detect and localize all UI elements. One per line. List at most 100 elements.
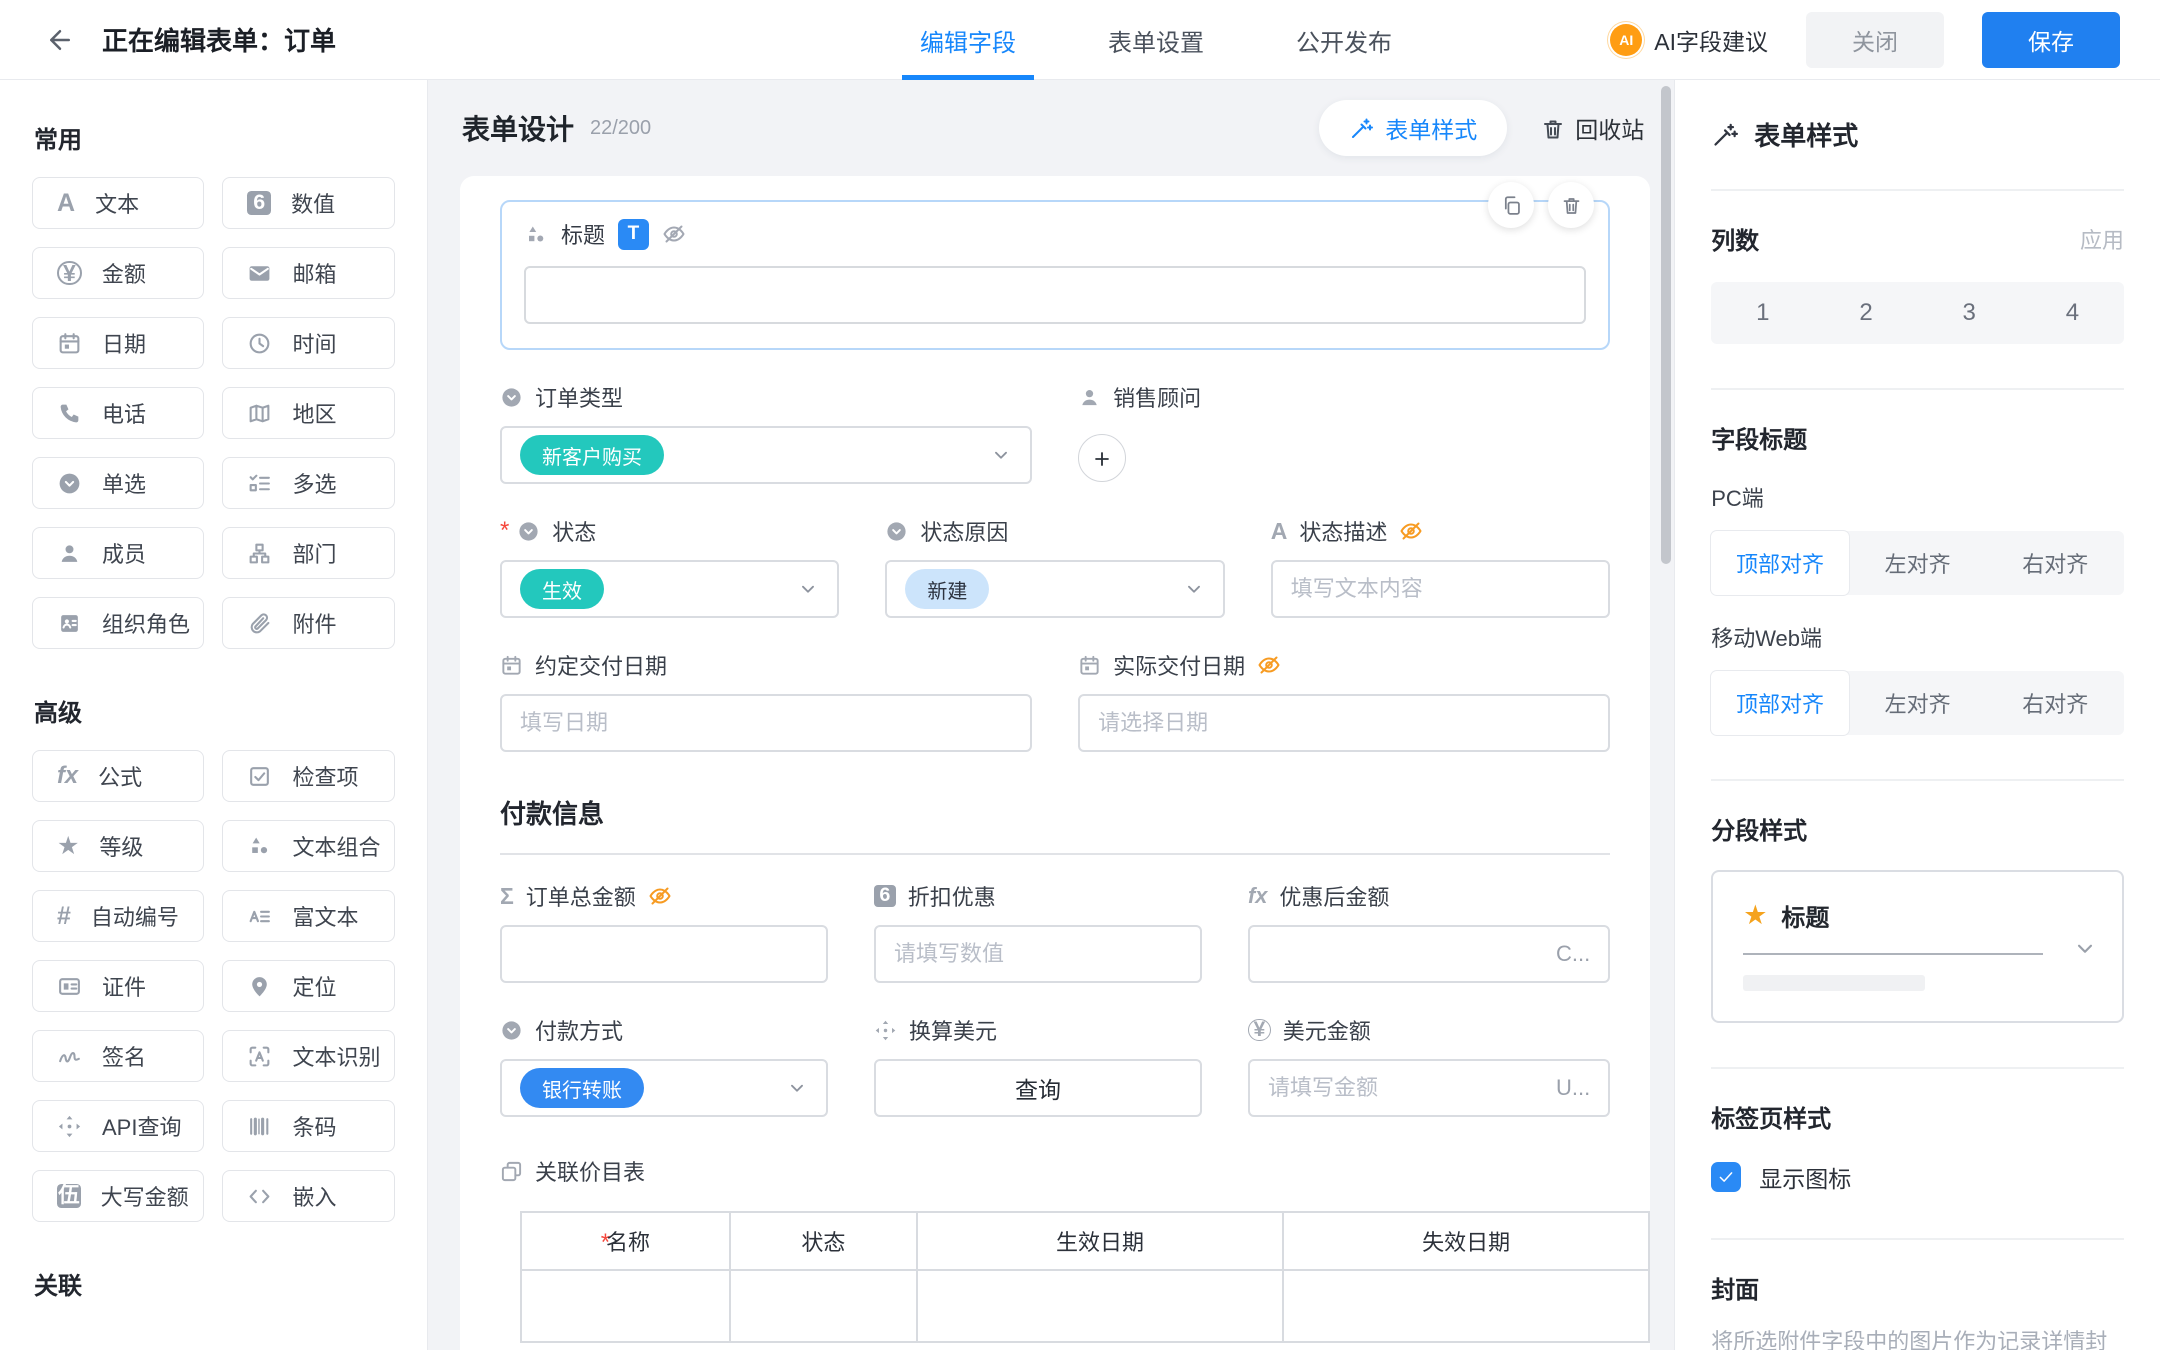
show-icon-checkbox-row[interactable]: 显示图标 xyxy=(1711,1160,2124,1194)
field-order-total[interactable]: Σ 订单总金额 xyxy=(499,881,828,983)
field-discount[interactable]: 6 折扣优惠 xyxy=(873,881,1202,983)
field-type-item[interactable]: ★ 等级 xyxy=(32,820,205,872)
field-status[interactable]: * 状态 生效 xyxy=(499,516,840,618)
align-right-option[interactable]: 右对齐 xyxy=(1986,671,2124,735)
field-link-price-table[interactable]: 关联价目表 xyxy=(500,1155,1610,1187)
align-top-option[interactable]: 顶部对齐 xyxy=(1711,531,1849,595)
field-sales-advisor[interactable]: 销售顾问 xyxy=(1078,382,1610,484)
field-type-item[interactable]: 多选 xyxy=(222,457,395,509)
canvas-vertical-scrollbar[interactable] xyxy=(1661,86,1672,564)
formula-input[interactable] xyxy=(1267,941,1556,967)
field-order-type[interactable]: 订单类型 新客户购买 xyxy=(499,382,1033,484)
date-input[interactable] xyxy=(519,710,1013,736)
field-usd-convert[interactable]: 换算美元 查询 xyxy=(873,1015,1202,1117)
field-type-item[interactable]: 日期 xyxy=(32,317,205,369)
amount-input[interactable] xyxy=(1267,1075,1556,1101)
field-label: 状态描述 xyxy=(1299,520,1388,545)
field-type-item[interactable]: 证件 xyxy=(32,960,205,1012)
eye-off-icon[interactable] xyxy=(648,884,672,908)
delete-field-button[interactable] xyxy=(1548,182,1595,228)
field-type-item[interactable]: 文本组合 xyxy=(222,820,395,872)
field-type-item[interactable]: API查询 xyxy=(32,1100,205,1152)
field-type-item[interactable]: 6 数值 xyxy=(222,177,395,229)
after-discount-input[interactable]: C... xyxy=(1247,925,1611,983)
field-type-item[interactable]: 组织角色 xyxy=(32,597,205,649)
selected-field-title[interactable]: 标题 T xyxy=(499,182,1611,350)
back-icon[interactable] xyxy=(40,20,80,60)
copy-field-button[interactable] xyxy=(1488,182,1535,228)
field-type-item[interactable]: 时间 xyxy=(222,317,395,369)
field-status-reason[interactable]: 状态原因 新建 xyxy=(885,516,1225,618)
field-type-item[interactable]: 检查项 xyxy=(222,750,395,802)
field-type-item[interactable]: 电话 xyxy=(32,387,205,439)
field-agreed-delivery-date[interactable]: 约定交付日期 xyxy=(499,650,1033,752)
eye-off-icon[interactable] xyxy=(662,222,686,246)
column-option-3[interactable]: 3 xyxy=(1918,282,2021,344)
discount-input[interactable] xyxy=(873,925,1202,983)
column-option-2[interactable]: 2 xyxy=(1814,282,1917,344)
amount-input[interactable] xyxy=(519,941,808,967)
form-style-button[interactable]: 表单样式 xyxy=(1319,100,1508,156)
field-type-item[interactable]: 文本识别 xyxy=(222,1030,395,1082)
eye-off-icon[interactable] xyxy=(1399,519,1423,543)
agreed-date-input[interactable] xyxy=(499,694,1033,752)
column-option-1[interactable]: 1 xyxy=(1711,282,1814,344)
field-type-item[interactable]: 嵌入 xyxy=(222,1170,395,1222)
field-type-item[interactable]: 条码 xyxy=(222,1100,395,1152)
order-total-input[interactable] xyxy=(499,925,828,983)
eye-off-icon[interactable] xyxy=(1257,653,1281,677)
field-after-discount[interactable]: fx 优惠后金额 C... xyxy=(1247,881,1611,983)
field-type-item[interactable]: 单选 xyxy=(32,457,205,509)
text-input[interactable] xyxy=(1290,576,1591,602)
field-type-item[interactable]: 附件 xyxy=(222,597,395,649)
field-type-item[interactable]: 成员 xyxy=(32,527,205,579)
date-input[interactable] xyxy=(1098,710,1591,736)
field-type-item[interactable]: 部门 xyxy=(222,527,395,579)
field-label-row: ¥ 美元金额 xyxy=(1247,1015,1610,1045)
align-top-option[interactable]: 顶部对齐 xyxy=(1711,671,1849,735)
apply-link[interactable]: 应用 xyxy=(2080,223,2124,255)
status-desc-input[interactable] xyxy=(1270,560,1611,618)
recycle-bin-button[interactable]: 回收站 xyxy=(1541,111,1644,145)
order-type-select[interactable]: 新客户购买 xyxy=(499,426,1033,484)
field-type-item[interactable]: # 自动编号 xyxy=(32,890,205,942)
field-type-item[interactable]: 邮箱 xyxy=(222,247,395,299)
field-type-item[interactable]: 定位 xyxy=(222,960,395,1012)
tab-public-publish[interactable]: 公开发布 xyxy=(1296,0,1392,80)
cover-description: 将所选附件字段中的图片作为记录详情封面 xyxy=(1711,1329,2108,1350)
field-status-desc[interactable]: A 状态描述 xyxy=(1270,516,1611,618)
column-option-4[interactable]: 4 xyxy=(2021,282,2124,344)
title-field-input[interactable] xyxy=(523,266,1587,324)
field-type-item[interactable]: 签名 xyxy=(32,1030,205,1082)
align-left-option[interactable]: 左对齐 xyxy=(1849,671,1987,735)
status-select[interactable]: 生效 xyxy=(499,560,840,618)
align-left-option[interactable]: 左对齐 xyxy=(1849,531,1987,595)
align-right-option[interactable]: 右对齐 xyxy=(1986,531,2124,595)
save-button[interactable]: 保存 xyxy=(1982,11,2120,68)
checked-checkbox[interactable] xyxy=(1711,1162,1742,1192)
ai-field-suggest-button[interactable]: AI AI字段建议 xyxy=(1610,23,1768,57)
field-usd-amount[interactable]: ¥ 美元金额 U... xyxy=(1247,1015,1611,1117)
field-type-item[interactable]: 伍大写金额 xyxy=(32,1170,205,1222)
field-type-item[interactable]: ¥ 金额 xyxy=(32,247,205,299)
actual-date-input[interactable] xyxy=(1078,694,1611,752)
field-type-item[interactable]: 地区 xyxy=(222,387,395,439)
tab-form-settings[interactable]: 表单设置 xyxy=(1108,0,1204,80)
field-label: 折扣优惠 xyxy=(907,885,996,910)
field-type-label: 定位 xyxy=(292,975,337,1000)
section-style-select[interactable]: ★ 标题 xyxy=(1711,870,2124,1023)
query-button[interactable]: 查询 xyxy=(873,1059,1202,1117)
tab-edit-fields[interactable]: 编辑字段 xyxy=(902,0,1034,80)
field-pay-method[interactable]: 付款方式 银行转账 xyxy=(499,1015,828,1117)
field-type-item[interactable]: 富文本 xyxy=(222,890,395,942)
pay-method-select[interactable]: 银行转账 xyxy=(499,1059,828,1117)
close-button[interactable]: 关闭 xyxy=(1806,11,1944,68)
field-type-item[interactable]: fx 公式 xyxy=(32,750,205,802)
number-input[interactable] xyxy=(893,941,1182,967)
column-label: 名称 xyxy=(606,1230,651,1255)
status-reason-select[interactable]: 新建 xyxy=(885,560,1225,618)
add-member-button[interactable] xyxy=(1078,434,1127,482)
field-actual-delivery-date[interactable]: 实际交付日期 xyxy=(1078,650,1611,752)
usd-amount-input[interactable]: U... xyxy=(1247,1059,1611,1117)
field-type-item[interactable]: A 文本 xyxy=(32,177,205,229)
